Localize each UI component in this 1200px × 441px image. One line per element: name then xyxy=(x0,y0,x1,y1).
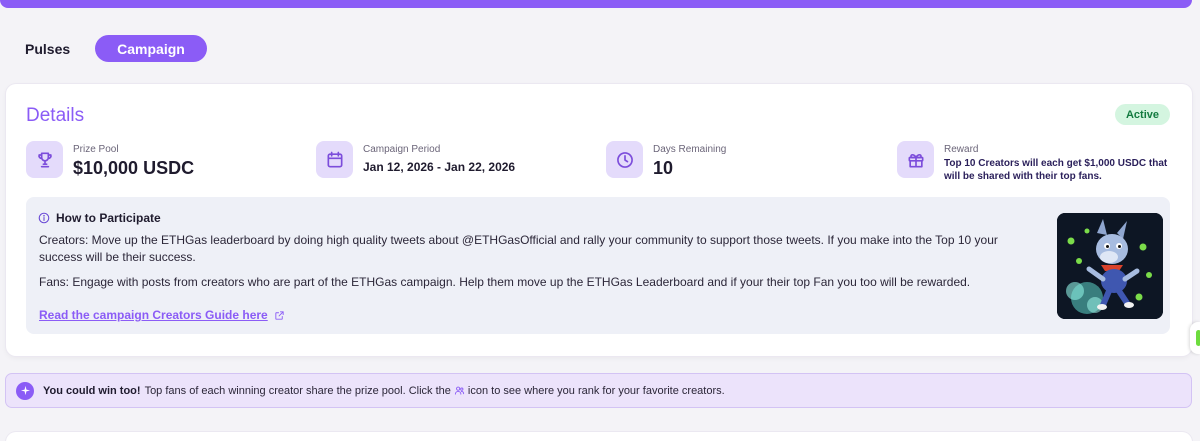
side-tab-indicator xyxy=(1196,330,1200,346)
banner-bold-text: You could win too! xyxy=(43,384,141,397)
prize-pool-value: $10,000 USDC xyxy=(73,158,195,178)
how-to-participate-panel: How to Participate Creators: Move up the… xyxy=(26,197,1170,334)
campaign-period-value: Jan 12, 2026 - Jan 22, 2026 xyxy=(363,160,516,174)
top-accent-bar xyxy=(0,0,1192,8)
info-icon xyxy=(38,212,50,224)
tab-bar: Pulses Campaign xyxy=(14,35,207,62)
tab-pulses[interactable]: Pulses xyxy=(14,35,81,62)
external-link-icon xyxy=(274,310,285,321)
days-remaining-value: 10 xyxy=(653,158,674,178)
creators-guide-link-label: Read the campaign Creators Guide here xyxy=(39,308,268,322)
side-feedback-tab[interactable] xyxy=(1190,322,1200,354)
stat-prize-pool: Prize Pool $10,000 USDC xyxy=(26,141,194,179)
days-remaining-label: Days Remaining xyxy=(653,144,727,155)
users-icon xyxy=(454,385,465,396)
clock-icon xyxy=(606,141,643,178)
win-too-banner: You could win too! Top fans of each winn… xyxy=(5,373,1192,408)
prize-pool-label: Prize Pool xyxy=(73,144,119,155)
gift-icon xyxy=(897,141,934,178)
details-card: Details Active Prize Pool $10,000 USDC C… xyxy=(6,84,1192,356)
trophy-icon xyxy=(26,141,63,178)
how-to-header: How to Participate xyxy=(38,211,161,225)
reward-value: Top 10 Creators will each get $1,000 USD… xyxy=(944,158,1168,182)
banner-text: You could win too! Top fans of each winn… xyxy=(43,385,725,397)
sparkle-icon xyxy=(16,381,34,400)
creators-guide-link[interactable]: Read the campaign Creators Guide here xyxy=(39,308,285,322)
mascot-image xyxy=(1057,213,1163,319)
fans-text: Fans: Engage with posts from creators wh… xyxy=(39,275,971,289)
creators-text: Creators: Move up the ETHGas leaderboard… xyxy=(39,233,998,264)
details-title: Details xyxy=(26,105,85,126)
banner-text-before-icon: Top fans of each winning creator share t… xyxy=(144,384,451,397)
reward-label: Reward xyxy=(944,144,979,155)
calendar-icon xyxy=(316,141,353,178)
stat-campaign-period: Campaign Period Jan 12, 2026 - Jan 22, 2… xyxy=(316,141,515,178)
stat-reward: Reward Top 10 Creators will each get $1,… xyxy=(897,141,1179,183)
stat-days-remaining: Days Remaining 10 xyxy=(606,141,726,179)
campaign-period-label: Campaign Period xyxy=(363,144,441,155)
status-badge: Active xyxy=(1114,104,1170,125)
banner-text-after-icon: icon to see where you rank for your favo… xyxy=(467,384,725,397)
how-to-title: How to Participate xyxy=(56,211,161,225)
tab-campaign[interactable]: Campaign xyxy=(95,35,207,62)
next-section-card xyxy=(6,432,1192,441)
